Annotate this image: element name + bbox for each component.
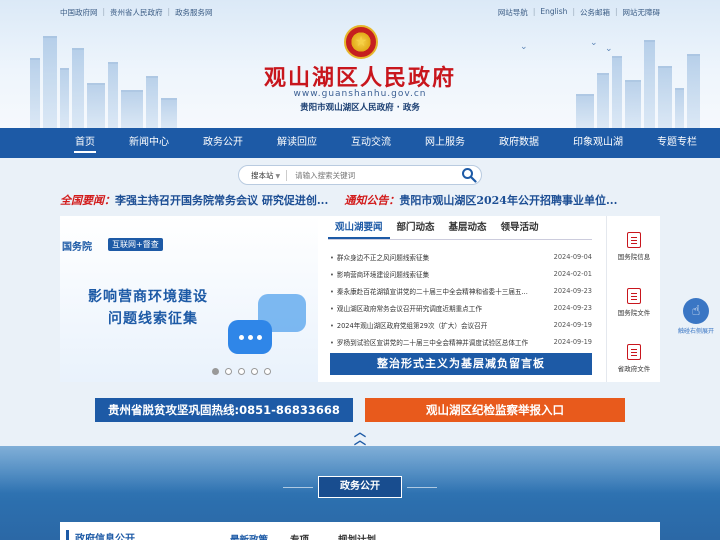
link-gov-cn[interactable]: 中国政府网 — [60, 7, 98, 18]
carousel-dot[interactable] — [238, 368, 245, 375]
tab-leader-activity[interactable]: 领导活动 — [494, 218, 546, 239]
tab-special[interactable]: 专项 — [290, 532, 309, 540]
card-heading: 政府信息公开 — [66, 530, 135, 540]
nav-impression[interactable]: 印象观山湖 — [556, 128, 640, 158]
search-input[interactable] — [295, 170, 446, 180]
nav-news[interactable]: 新闻中心 — [112, 128, 186, 158]
side-item-state-council-info[interactable]: 国务院信息 — [607, 232, 661, 261]
list-item[interactable]: 观山湖区政府常务会议召开研究调度近期重点工作2024-09-23 — [330, 299, 592, 316]
tab-gsh-news[interactable]: 观山湖要闻 — [328, 218, 390, 239]
link-mail[interactable]: 公务邮箱 — [580, 7, 610, 18]
main-nav: 首页 新闻中心 政务公开 解读回应 互动交流 网上服务 政府数据 印象观山湖 专… — [0, 128, 720, 158]
news-list: 群众身边不正之风问题线索征集2024-09-04 影响营商环境建设问题线索征集2… — [330, 248, 592, 350]
ticker-item-notice[interactable]: 贵阳市观山湖区2024年公开招聘事业单位... — [399, 192, 617, 208]
poverty-hotline-banner[interactable]: 贵州省脱贫攻坚巩固热线:0851-86833668 — [95, 398, 353, 422]
bird-icon: ⌄ — [590, 38, 598, 48]
link-service-net[interactable]: 政务服务网 — [175, 7, 213, 18]
nav-topics[interactable]: 专题专栏 — [640, 128, 714, 158]
document-icon — [627, 232, 641, 248]
list-item[interactable]: 2024年观山湖区政府党组第29次（扩大）会议召开2024-09-19 — [330, 316, 592, 333]
list-item[interactable]: 秦永康赴百花湖镇宣讲党的二十届三中全会精神和省委十三届五...2024-09-2… — [330, 282, 592, 299]
tab-dept-news[interactable]: 部门动态 — [390, 218, 442, 239]
ticker-label-notice: 通知公告： — [344, 194, 400, 207]
carousel-dot[interactable] — [251, 368, 258, 375]
nav-gov-affairs[interactable]: 政务公开 — [186, 128, 260, 158]
banner-line-1: 影响营商环境建设 — [88, 289, 208, 305]
banner-tag: 互联网+督查 — [108, 238, 163, 251]
nav-gov-data[interactable]: 政府数据 — [482, 128, 556, 158]
search-button[interactable] — [459, 166, 479, 184]
ticker-label-national: 全国要闻： — [60, 194, 115, 207]
nav-interpretation[interactable]: 解读回应 — [260, 128, 334, 158]
nav-home[interactable]: 首页 — [58, 128, 112, 158]
search-scope-select[interactable]: 搜本站 ▼ — [251, 169, 288, 181]
hand-pointer-icon: ☝ — [683, 298, 709, 324]
header: ⌄ ⌄ ⌄ 中国政府网 | 贵州省人民政府 | 政务服务网 网站导航 | Eng… — [0, 0, 720, 128]
banner-carousel[interactable]: 国务院 互联网+督查 影响营商环境建设 问题线索征集 — [60, 216, 318, 382]
chevron-up-icon[interactable]: ︿ ︿ — [352, 426, 368, 446]
side-item-state-council-docs[interactable]: 国务院文件 — [607, 288, 661, 317]
carousel-dot[interactable] — [264, 368, 271, 375]
carousel-pagination — [212, 368, 271, 375]
news-ticker: 全国要闻： 李强主持召开国务院常务会议 研究促进创... 通知公告： 贵阳市观山… — [60, 191, 660, 209]
site-url: www.guanshanhu.gov.cn — [293, 89, 427, 99]
bird-icon: ⌄ — [605, 44, 613, 54]
search-icon — [462, 168, 477, 183]
banner-org: 国务院 — [62, 242, 92, 253]
banner-line-2: 问题线索征集 — [108, 311, 198, 327]
document-icon — [627, 288, 641, 304]
link-english[interactable]: English — [540, 7, 567, 18]
document-icon — [627, 344, 641, 360]
search-box: 搜本站 ▼ — [238, 165, 482, 185]
link-site-nav[interactable]: 网站导航 — [498, 7, 528, 18]
top-links-left: 中国政府网 | 贵州省人民政府 | 政务服务网 — [60, 7, 213, 18]
side-column: 国务院信息 国务院文件 省政府文件 — [606, 216, 660, 382]
side-item-province-docs[interactable]: 省政府文件 — [607, 344, 661, 373]
bird-icon: ⌄ — [520, 42, 528, 52]
info-card: 政府信息公开 最新政策 专项 规划计划 — [60, 522, 660, 540]
site-title: 观山湖区人民政府 — [263, 65, 456, 91]
chat-bubble-icon — [228, 320, 272, 354]
discipline-report-banner[interactable]: 观山湖区纪检监察举报入口 — [365, 398, 625, 422]
link-guizhou-gov[interactable]: 贵州省人民政府 — [110, 7, 163, 18]
link-accessibility[interactable]: 网站无障碍 — [623, 7, 661, 18]
carousel-dot[interactable] — [225, 368, 232, 375]
nav-interaction[interactable]: 互动交流 — [334, 128, 408, 158]
section-title: 政务公开 — [283, 476, 437, 498]
list-item[interactable]: 罗杨到试验区宣讲党的二十届三中全会精神并调度试验区总体工作2024-09-19 — [330, 333, 592, 350]
nav-online-service[interactable]: 网上服务 — [408, 128, 482, 158]
list-item[interactable]: 影响营商环境建设问题线索征集2024-02-01 — [330, 265, 592, 282]
national-emblem-icon: ★ — [344, 25, 378, 59]
top-links-right: 网站导航 | English | 公务邮箱 | 网站无障碍 — [497, 7, 661, 18]
touch-expand[interactable]: ☝ 触碰右侧展开 — [676, 298, 716, 335]
tab-latest-policy[interactable]: 最新政策 — [230, 532, 268, 540]
site-subtitle: 贵阳市观山湖区人民政府 · 政务 — [300, 103, 420, 113]
ticker-item-national[interactable]: 李强主持召开国务院常务会议 研究促进创... — [115, 192, 328, 208]
list-item[interactable]: 群众身边不正之风问题线索征集2024-09-04 — [330, 248, 592, 265]
message-board-banner[interactable]: 整治形式主义为基层减负留言板 — [330, 353, 592, 375]
carousel-dot[interactable] — [212, 368, 219, 375]
news-tabs: 观山湖要闻 部门动态 基层动态 领导活动 — [328, 218, 592, 240]
tab-plans[interactable]: 规划计划 — [338, 532, 376, 540]
tab-grassroots-news[interactable]: 基层动态 — [442, 218, 494, 239]
